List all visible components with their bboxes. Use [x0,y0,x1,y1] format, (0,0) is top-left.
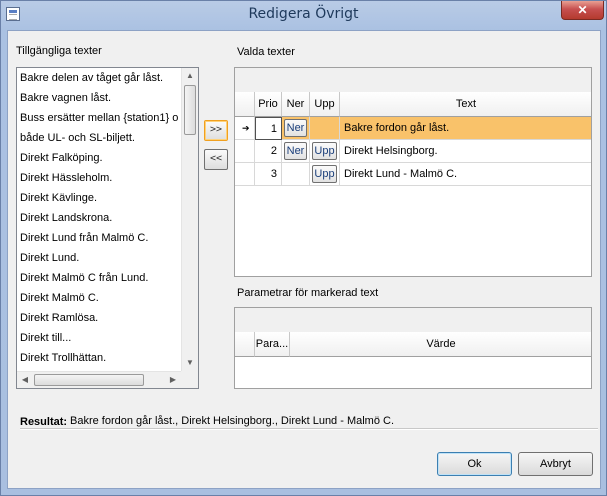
params-row-header-column [235,332,255,357]
list-item[interactable]: Direkt Ramlösa. [20,310,182,330]
down-cell: Ner [282,117,310,140]
vertical-scroll-thumb[interactable] [184,85,196,135]
scroll-down-icon[interactable]: ▼ [182,355,198,371]
list-item[interactable]: Direkt Hässleholm. [20,170,182,190]
row-header-column [235,92,255,117]
list-item[interactable]: Bakre delen av tåget går låst. [20,70,182,90]
add-text-button[interactable]: >> [204,120,228,141]
parameters-label: Parametrar för markerad text [237,287,379,299]
text-cell[interactable]: Direkt Helsingborg. [340,140,591,163]
selected-texts-grid[interactable]: Prio Ner Upp Text ➔ 1 Ner Bakre fordon går … [234,67,592,277]
up-cell: Upp [310,140,340,163]
column-header-param[interactable]: Para... [255,332,290,357]
list-item[interactable]: Buss ersätter mellan {station1} o [20,110,182,130]
list-item[interactable]: både UL- och SL-biljett. [20,130,182,150]
available-texts-list[interactable]: Bakre delen av tåget går låst. Bakre vagn… [16,67,199,389]
table-row[interactable]: 3 Upp Direkt Lund - Malmö C. [235,163,591,186]
window-title: Redigera Övrigt [248,6,359,22]
list-item[interactable]: Direkt Malmö C från Lund. [20,270,182,290]
table-row[interactable]: ➔ 1 Ner Bakre fordon går låst. [235,117,591,140]
text-cell[interactable]: Bakre fordon går låst. [340,117,591,140]
grid-caption-area [235,68,591,93]
list-item[interactable]: Direkt Malmö C. [20,290,182,310]
result-label: Resultat: [20,416,68,428]
available-texts-items: Bakre delen av tåget går låst. Bakre vagn… [20,70,182,370]
up-cell: Upp [310,163,340,186]
row-header[interactable]: ➔ [235,117,255,140]
horizontal-scrollbar[interactable]: ◀ ▶ [17,371,181,388]
selected-texts-label: Valda texter [237,46,295,58]
available-texts-label: Tillgängliga texter [16,45,102,57]
move-down-button[interactable]: Ner [284,119,307,137]
title-bar[interactable]: Redigera Övrigt ✕ [1,1,606,29]
result-value: Bakre fordon går låst., Direkt Helsingbo… [70,415,395,427]
prio-cell[interactable]: 1 [255,117,282,140]
column-header-prio[interactable]: Prio [255,92,282,117]
list-item[interactable]: Direkt Lund. [20,250,182,270]
row-header[interactable] [235,140,255,163]
move-up-button[interactable]: Upp [312,142,337,160]
cancel-button[interactable]: Avbryt [518,452,593,476]
remove-text-button[interactable]: << [204,149,228,170]
move-down-button[interactable]: Ner [284,142,307,160]
up-cell [310,117,340,140]
scroll-up-icon[interactable]: ▲ [182,68,198,84]
vertical-scrollbar[interactable]: ▲ ▼ [181,68,198,371]
current-row-arrow-icon: ➔ [242,123,250,133]
row-header[interactable] [235,163,255,186]
move-up-button[interactable]: Upp [312,165,337,183]
text-cell[interactable]: Direkt Lund - Malmö C. [340,163,591,186]
horizontal-scroll-thumb[interactable] [34,374,144,386]
list-item[interactable]: Direkt Trollhättan. [20,350,182,370]
dialog-window: Redigera Övrigt ✕ Tillgängliga texter Ba… [0,0,607,496]
list-item[interactable]: Direkt Landskrona. [20,210,182,230]
column-header-up[interactable]: Upp [310,92,340,117]
params-caption-area [235,308,591,333]
list-item[interactable]: Bakre vagnen låst. [20,90,182,110]
column-header-text[interactable]: Text [340,92,591,117]
prio-cell[interactable]: 3 [255,163,282,186]
list-item[interactable]: Direkt till... [20,330,182,350]
list-item[interactable]: Direkt Falköping. [20,150,182,170]
scroll-left-icon[interactable]: ◀ [17,372,33,388]
separator [20,428,598,430]
scroll-corner [181,371,198,388]
dialog-client-area: Tillgängliga texter Bakre delen av tåget… [7,30,601,489]
ok-button[interactable]: Ok [437,452,512,476]
scroll-right-icon[interactable]: ▶ [165,372,181,388]
down-cell [282,163,310,186]
list-item[interactable]: Direkt Kävlinge. [20,190,182,210]
parameters-grid[interactable]: Para... Värde [234,307,592,389]
down-cell: Ner [282,140,310,163]
prio-cell[interactable]: 2 [255,140,282,163]
column-header-down[interactable]: Ner [282,92,310,117]
table-row[interactable]: 2 Ner Upp Direkt Helsingborg. [235,140,591,163]
column-header-value[interactable]: Värde [290,332,591,357]
list-item[interactable]: Direkt Lund från Malmö C. [20,230,182,250]
close-button[interactable]: ✕ [561,1,604,20]
